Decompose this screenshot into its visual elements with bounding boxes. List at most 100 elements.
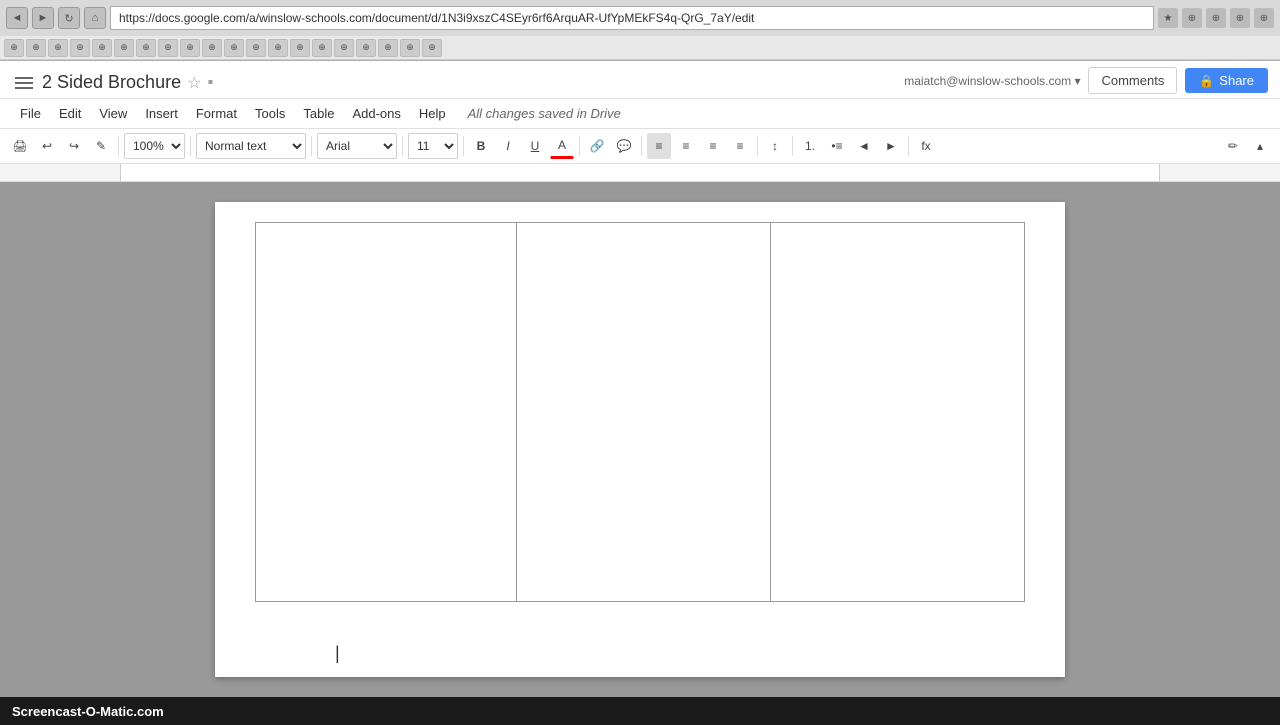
ext-bar-icon-18[interactable]: ⊕ (378, 39, 398, 57)
ext-bar-icon-4[interactable]: ⊕ (70, 39, 90, 57)
star-icon[interactable]: ☆ (187, 73, 201, 93)
back-button[interactable]: ◄ (6, 7, 28, 29)
bookmark-icon[interactable]: ★ (1158, 8, 1178, 28)
menu-edit[interactable]: Edit (51, 102, 89, 125)
comment-button[interactable]: 💬 (612, 133, 636, 159)
undo-button[interactable]: ↩ (35, 133, 59, 159)
divider-1 (118, 136, 119, 156)
italic-button[interactable]: I (496, 133, 520, 159)
ext-bar-icon-7[interactable]: ⊕ (136, 39, 156, 57)
numbered-list-button[interactable]: 1. (798, 133, 822, 159)
menu-table[interactable]: Table (295, 102, 342, 125)
gdocs-container: 2 Sided Brochure ☆ ▪ maiatch@winslow-sch… (0, 61, 1280, 697)
ext-bar-icon-11[interactable]: ⊕ (224, 39, 244, 57)
ext-bar-icon-9[interactable]: ⊕ (180, 39, 200, 57)
expand-button[interactable]: ▴ (1248, 133, 1272, 159)
page[interactable]: | (215, 202, 1065, 677)
bold-button[interactable]: B (469, 133, 493, 159)
ext-bar-icon-8[interactable]: ⊕ (158, 39, 178, 57)
screencast-text: Screencast-O-Matic.com (12, 704, 164, 719)
text-cursor: | (335, 644, 340, 662)
table-cell-3[interactable] (771, 223, 1025, 602)
ext-bar-icon-5[interactable]: ⊕ (92, 39, 112, 57)
align-left-button[interactable]: ≡ (647, 133, 671, 159)
ext-bar-icon-15[interactable]: ⊕ (312, 39, 332, 57)
underline-button[interactable]: U (523, 133, 547, 159)
ext-bar-icon-20[interactable]: ⊕ (422, 39, 442, 57)
table-cell-1[interactable] (256, 223, 517, 602)
ruler (0, 164, 1280, 182)
ext-bar-icon-1[interactable]: ⊕ (4, 39, 24, 57)
auto-save-status: All changes saved in Drive (468, 106, 621, 121)
home-button[interactable]: ⌂ (84, 7, 106, 29)
font-select[interactable]: Arial (317, 133, 397, 159)
ruler-inner (120, 164, 1160, 181)
divider-8 (757, 136, 758, 156)
ext-bar-icon-19[interactable]: ⊕ (400, 39, 420, 57)
divider-6 (579, 136, 580, 156)
bullet-list-button[interactable]: •≡ (825, 133, 849, 159)
ext-bar-icon-17[interactable]: ⊕ (356, 39, 376, 57)
font-size-select[interactable]: 11 (408, 133, 458, 159)
ext-icon-1[interactable]: ⊕ (1182, 8, 1202, 28)
text-color-button[interactable]: A (550, 133, 574, 159)
menu-file[interactable]: File (12, 102, 49, 125)
link-button[interactable]: 🔗 (585, 133, 609, 159)
menu-help[interactable]: Help (411, 102, 454, 125)
print-button[interactable]: 🖨 (8, 133, 32, 159)
reload-button[interactable]: ↻ (58, 7, 80, 29)
share-label: Share (1219, 73, 1254, 88)
ext-bar-icon-13[interactable]: ⊕ (268, 39, 288, 57)
ext-icon-2[interactable]: ⊕ (1206, 8, 1226, 28)
menu-addons[interactable]: Add-ons (344, 102, 408, 125)
comments-button[interactable]: Comments (1088, 67, 1177, 94)
align-center-button[interactable]: ≡ (674, 133, 698, 159)
menu-view[interactable]: View (91, 102, 135, 125)
address-bar[interactable]: https://docs.google.com/a/winslow-school… (110, 6, 1154, 30)
ext-icon-3[interactable]: ⊕ (1230, 8, 1250, 28)
title-right: maiatch@winslow-schools.com ▾ Comments 🔒… (904, 67, 1268, 98)
extension-bar: ⊕ ⊕ ⊕ ⊕ ⊕ ⊕ ⊕ ⊕ ⊕ ⊕ ⊕ ⊕ ⊕ ⊕ ⊕ ⊕ ⊕ ⊕ ⊕ ⊕ (0, 36, 1280, 60)
document-table[interactable] (255, 222, 1025, 602)
document-area[interactable]: | (0, 182, 1280, 697)
user-email[interactable]: maiatch@winslow-schools.com ▾ (904, 74, 1080, 88)
hamburger-button[interactable] (12, 71, 36, 95)
doc-title[interactable]: 2 Sided Brochure (42, 72, 181, 93)
title-bar: 2 Sided Brochure ☆ ▪ maiatch@winslow-sch… (0, 61, 1280, 99)
toolbar: 🖨 ↩ ↪ ✎ 100% Normal text Arial 11 B I U … (0, 129, 1280, 164)
indent-increase-button[interactable]: ► (879, 133, 903, 159)
divider-4 (402, 136, 403, 156)
formula-button[interactable]: fx (914, 133, 938, 159)
browser-toolbar: ◄ ► ↻ ⌂ https://docs.google.com/a/winslo… (0, 0, 1280, 36)
menu-tools[interactable]: Tools (247, 102, 293, 125)
ext-icon-4[interactable]: ⊕ (1254, 8, 1274, 28)
redo-button[interactable]: ↪ (62, 133, 86, 159)
forward-button[interactable]: ► (32, 7, 54, 29)
align-justify-button[interactable]: ≡ (728, 133, 752, 159)
divider-10 (908, 136, 909, 156)
ext-bar-icon-16[interactable]: ⊕ (334, 39, 354, 57)
align-right-button[interactable]: ≡ (701, 133, 725, 159)
menu-bar: File Edit View Insert Format Tools Table… (0, 99, 1280, 129)
paint-format-button[interactable]: ✎ (89, 133, 113, 159)
ext-bar-icon-2[interactable]: ⊕ (26, 39, 46, 57)
line-spacing-button[interactable]: ↕ (763, 133, 787, 159)
screencast-bar: Screencast-O-Matic.com (0, 697, 1280, 725)
ext-bar-icon-14[interactable]: ⊕ (290, 39, 310, 57)
menu-insert[interactable]: Insert (137, 102, 186, 125)
style-select[interactable]: Normal text (196, 133, 306, 159)
menu-format[interactable]: Format (188, 102, 245, 125)
ext-bar-icon-3[interactable]: ⊕ (48, 39, 68, 57)
folder-icon[interactable]: ▪ (207, 74, 213, 92)
ext-bar-icon-6[interactable]: ⊕ (114, 39, 134, 57)
ext-bar-icon-10[interactable]: ⊕ (202, 39, 222, 57)
table-row (256, 223, 1025, 602)
divider-5 (463, 136, 464, 156)
indent-decrease-button[interactable]: ◄ (852, 133, 876, 159)
ext-bar-icon-12[interactable]: ⊕ (246, 39, 266, 57)
table-cell-2[interactable] (517, 223, 771, 602)
divider-2 (190, 136, 191, 156)
edit-mode-button[interactable]: ✏ (1221, 133, 1245, 159)
zoom-select[interactable]: 100% (124, 133, 185, 159)
share-button[interactable]: 🔒 Share (1185, 68, 1268, 93)
